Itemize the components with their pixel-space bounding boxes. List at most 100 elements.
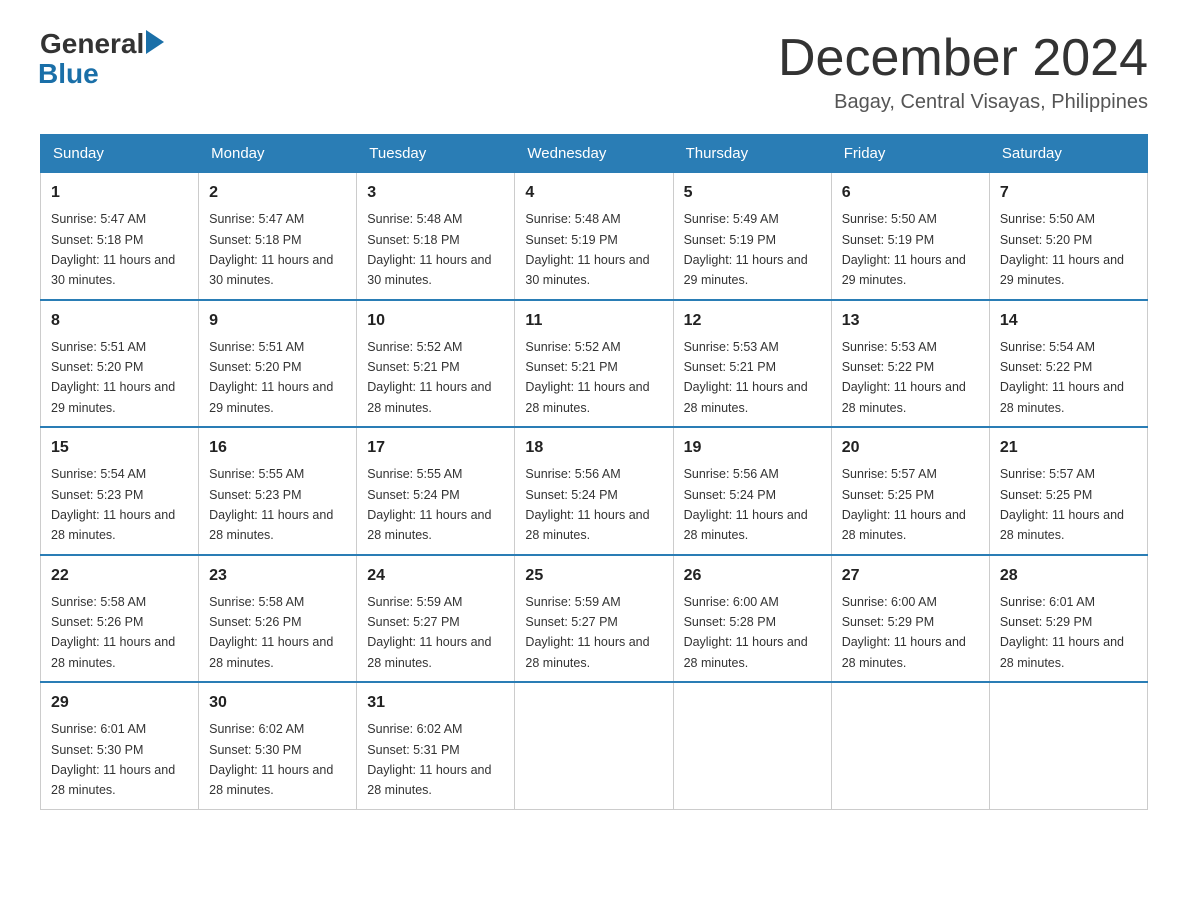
table-row: 26 Sunrise: 6:00 AMSunset: 5:28 PMDaylig… <box>673 555 831 683</box>
day-info: Sunrise: 6:00 AMSunset: 5:29 PMDaylight:… <box>842 595 966 670</box>
logo-arrow-icon <box>146 30 164 54</box>
calendar-table: Sunday Monday Tuesday Wednesday Thursday… <box>40 134 1148 810</box>
day-number: 6 <box>842 181 979 205</box>
day-info: Sunrise: 5:59 AMSunset: 5:27 PMDaylight:… <box>367 595 491 670</box>
day-info: Sunrise: 6:00 AMSunset: 5:28 PMDaylight:… <box>684 595 808 670</box>
day-number: 24 <box>367 564 504 588</box>
day-info: Sunrise: 5:50 AMSunset: 5:20 PMDaylight:… <box>1000 212 1124 287</box>
table-row: 16 Sunrise: 5:55 AMSunset: 5:23 PMDaylig… <box>199 427 357 555</box>
day-info: Sunrise: 5:54 AMSunset: 5:23 PMDaylight:… <box>51 467 175 542</box>
table-row <box>515 682 673 809</box>
col-header-thursday: Thursday <box>673 135 831 173</box>
table-row: 8 Sunrise: 5:51 AMSunset: 5:20 PMDayligh… <box>41 300 199 428</box>
day-number: 2 <box>209 181 346 205</box>
table-row: 15 Sunrise: 5:54 AMSunset: 5:23 PMDaylig… <box>41 427 199 555</box>
day-number: 11 <box>525 309 662 333</box>
day-number: 21 <box>1000 436 1137 460</box>
day-info: Sunrise: 5:51 AMSunset: 5:20 PMDaylight:… <box>51 340 175 415</box>
table-row: 31 Sunrise: 6:02 AMSunset: 5:31 PMDaylig… <box>357 682 515 809</box>
table-row: 21 Sunrise: 5:57 AMSunset: 5:25 PMDaylig… <box>989 427 1147 555</box>
table-row: 10 Sunrise: 5:52 AMSunset: 5:21 PMDaylig… <box>357 300 515 428</box>
table-row: 3 Sunrise: 5:48 AMSunset: 5:18 PMDayligh… <box>357 173 515 300</box>
day-info: Sunrise: 5:52 AMSunset: 5:21 PMDaylight:… <box>525 340 649 415</box>
day-number: 23 <box>209 564 346 588</box>
day-info: Sunrise: 5:57 AMSunset: 5:25 PMDaylight:… <box>842 467 966 542</box>
table-row: 28 Sunrise: 6:01 AMSunset: 5:29 PMDaylig… <box>989 555 1147 683</box>
day-info: Sunrise: 5:53 AMSunset: 5:22 PMDaylight:… <box>842 340 966 415</box>
day-number: 4 <box>525 181 662 205</box>
calendar-subtitle: Bagay, Central Visayas, Philippines <box>778 91 1148 114</box>
day-number: 28 <box>1000 564 1137 588</box>
table-row: 11 Sunrise: 5:52 AMSunset: 5:21 PMDaylig… <box>515 300 673 428</box>
day-info: Sunrise: 5:52 AMSunset: 5:21 PMDaylight:… <box>367 340 491 415</box>
day-number: 25 <box>525 564 662 588</box>
table-row <box>673 682 831 809</box>
table-row: 14 Sunrise: 5:54 AMSunset: 5:22 PMDaylig… <box>989 300 1147 428</box>
day-number: 16 <box>209 436 346 460</box>
day-number: 1 <box>51 181 188 205</box>
day-info: Sunrise: 5:48 AMSunset: 5:19 PMDaylight:… <box>525 212 649 287</box>
day-info: Sunrise: 6:02 AMSunset: 5:30 PMDaylight:… <box>209 722 333 797</box>
table-row: 24 Sunrise: 5:59 AMSunset: 5:27 PMDaylig… <box>357 555 515 683</box>
table-row: 19 Sunrise: 5:56 AMSunset: 5:24 PMDaylig… <box>673 427 831 555</box>
day-number: 30 <box>209 691 346 715</box>
day-number: 3 <box>367 181 504 205</box>
table-row: 1 Sunrise: 5:47 AMSunset: 5:18 PMDayligh… <box>41 173 199 300</box>
table-row: 4 Sunrise: 5:48 AMSunset: 5:19 PMDayligh… <box>515 173 673 300</box>
day-number: 20 <box>842 436 979 460</box>
logo: General Blue <box>40 30 164 90</box>
page-header: General Blue December 2024 Bagay, Centra… <box>40 30 1148 114</box>
day-number: 19 <box>684 436 821 460</box>
day-info: Sunrise: 5:48 AMSunset: 5:18 PMDaylight:… <box>367 212 491 287</box>
logo-blue-text: Blue <box>38 58 99 90</box>
table-row: 25 Sunrise: 5:59 AMSunset: 5:27 PMDaylig… <box>515 555 673 683</box>
calendar-week-row: 1 Sunrise: 5:47 AMSunset: 5:18 PMDayligh… <box>41 173 1148 300</box>
table-row: 5 Sunrise: 5:49 AMSunset: 5:19 PMDayligh… <box>673 173 831 300</box>
day-number: 17 <box>367 436 504 460</box>
day-number: 12 <box>684 309 821 333</box>
table-row: 7 Sunrise: 5:50 AMSunset: 5:20 PMDayligh… <box>989 173 1147 300</box>
day-info: Sunrise: 5:56 AMSunset: 5:24 PMDaylight:… <box>684 467 808 542</box>
day-info: Sunrise: 5:50 AMSunset: 5:19 PMDaylight:… <box>842 212 966 287</box>
day-info: Sunrise: 5:49 AMSunset: 5:19 PMDaylight:… <box>684 212 808 287</box>
day-info: Sunrise: 6:01 AMSunset: 5:29 PMDaylight:… <box>1000 595 1124 670</box>
table-row: 20 Sunrise: 5:57 AMSunset: 5:25 PMDaylig… <box>831 427 989 555</box>
day-number: 10 <box>367 309 504 333</box>
day-info: Sunrise: 5:47 AMSunset: 5:18 PMDaylight:… <box>209 212 333 287</box>
col-header-tuesday: Tuesday <box>357 135 515 173</box>
logo-general-text: General <box>40 30 144 58</box>
day-number: 27 <box>842 564 979 588</box>
col-header-sunday: Sunday <box>41 135 199 173</box>
table-row: 17 Sunrise: 5:55 AMSunset: 5:24 PMDaylig… <box>357 427 515 555</box>
day-number: 18 <box>525 436 662 460</box>
table-row: 23 Sunrise: 5:58 AMSunset: 5:26 PMDaylig… <box>199 555 357 683</box>
day-info: Sunrise: 6:01 AMSunset: 5:30 PMDaylight:… <box>51 722 175 797</box>
day-info: Sunrise: 5:58 AMSunset: 5:26 PMDaylight:… <box>209 595 333 670</box>
calendar-title: December 2024 <box>778 30 1148 87</box>
day-number: 26 <box>684 564 821 588</box>
day-number: 9 <box>209 309 346 333</box>
day-info: Sunrise: 5:57 AMSunset: 5:25 PMDaylight:… <box>1000 467 1124 542</box>
day-info: Sunrise: 5:58 AMSunset: 5:26 PMDaylight:… <box>51 595 175 670</box>
table-row: 9 Sunrise: 5:51 AMSunset: 5:20 PMDayligh… <box>199 300 357 428</box>
day-info: Sunrise: 5:47 AMSunset: 5:18 PMDaylight:… <box>51 212 175 287</box>
col-header-saturday: Saturday <box>989 135 1147 173</box>
day-info: Sunrise: 5:55 AMSunset: 5:23 PMDaylight:… <box>209 467 333 542</box>
day-number: 31 <box>367 691 504 715</box>
table-row: 2 Sunrise: 5:47 AMSunset: 5:18 PMDayligh… <box>199 173 357 300</box>
day-number: 14 <box>1000 309 1137 333</box>
day-info: Sunrise: 5:59 AMSunset: 5:27 PMDaylight:… <box>525 595 649 670</box>
table-row: 18 Sunrise: 5:56 AMSunset: 5:24 PMDaylig… <box>515 427 673 555</box>
day-number: 13 <box>842 309 979 333</box>
col-header-friday: Friday <box>831 135 989 173</box>
table-row: 12 Sunrise: 5:53 AMSunset: 5:21 PMDaylig… <box>673 300 831 428</box>
calendar-week-row: 29 Sunrise: 6:01 AMSunset: 5:30 PMDaylig… <box>41 682 1148 809</box>
day-info: Sunrise: 5:51 AMSunset: 5:20 PMDaylight:… <box>209 340 333 415</box>
day-number: 29 <box>51 691 188 715</box>
table-row: 30 Sunrise: 6:02 AMSunset: 5:30 PMDaylig… <box>199 682 357 809</box>
day-info: Sunrise: 5:56 AMSunset: 5:24 PMDaylight:… <box>525 467 649 542</box>
day-number: 7 <box>1000 181 1137 205</box>
title-block: December 2024 Bagay, Central Visayas, Ph… <box>778 30 1148 114</box>
table-row <box>989 682 1147 809</box>
calendar-week-row: 22 Sunrise: 5:58 AMSunset: 5:26 PMDaylig… <box>41 555 1148 683</box>
